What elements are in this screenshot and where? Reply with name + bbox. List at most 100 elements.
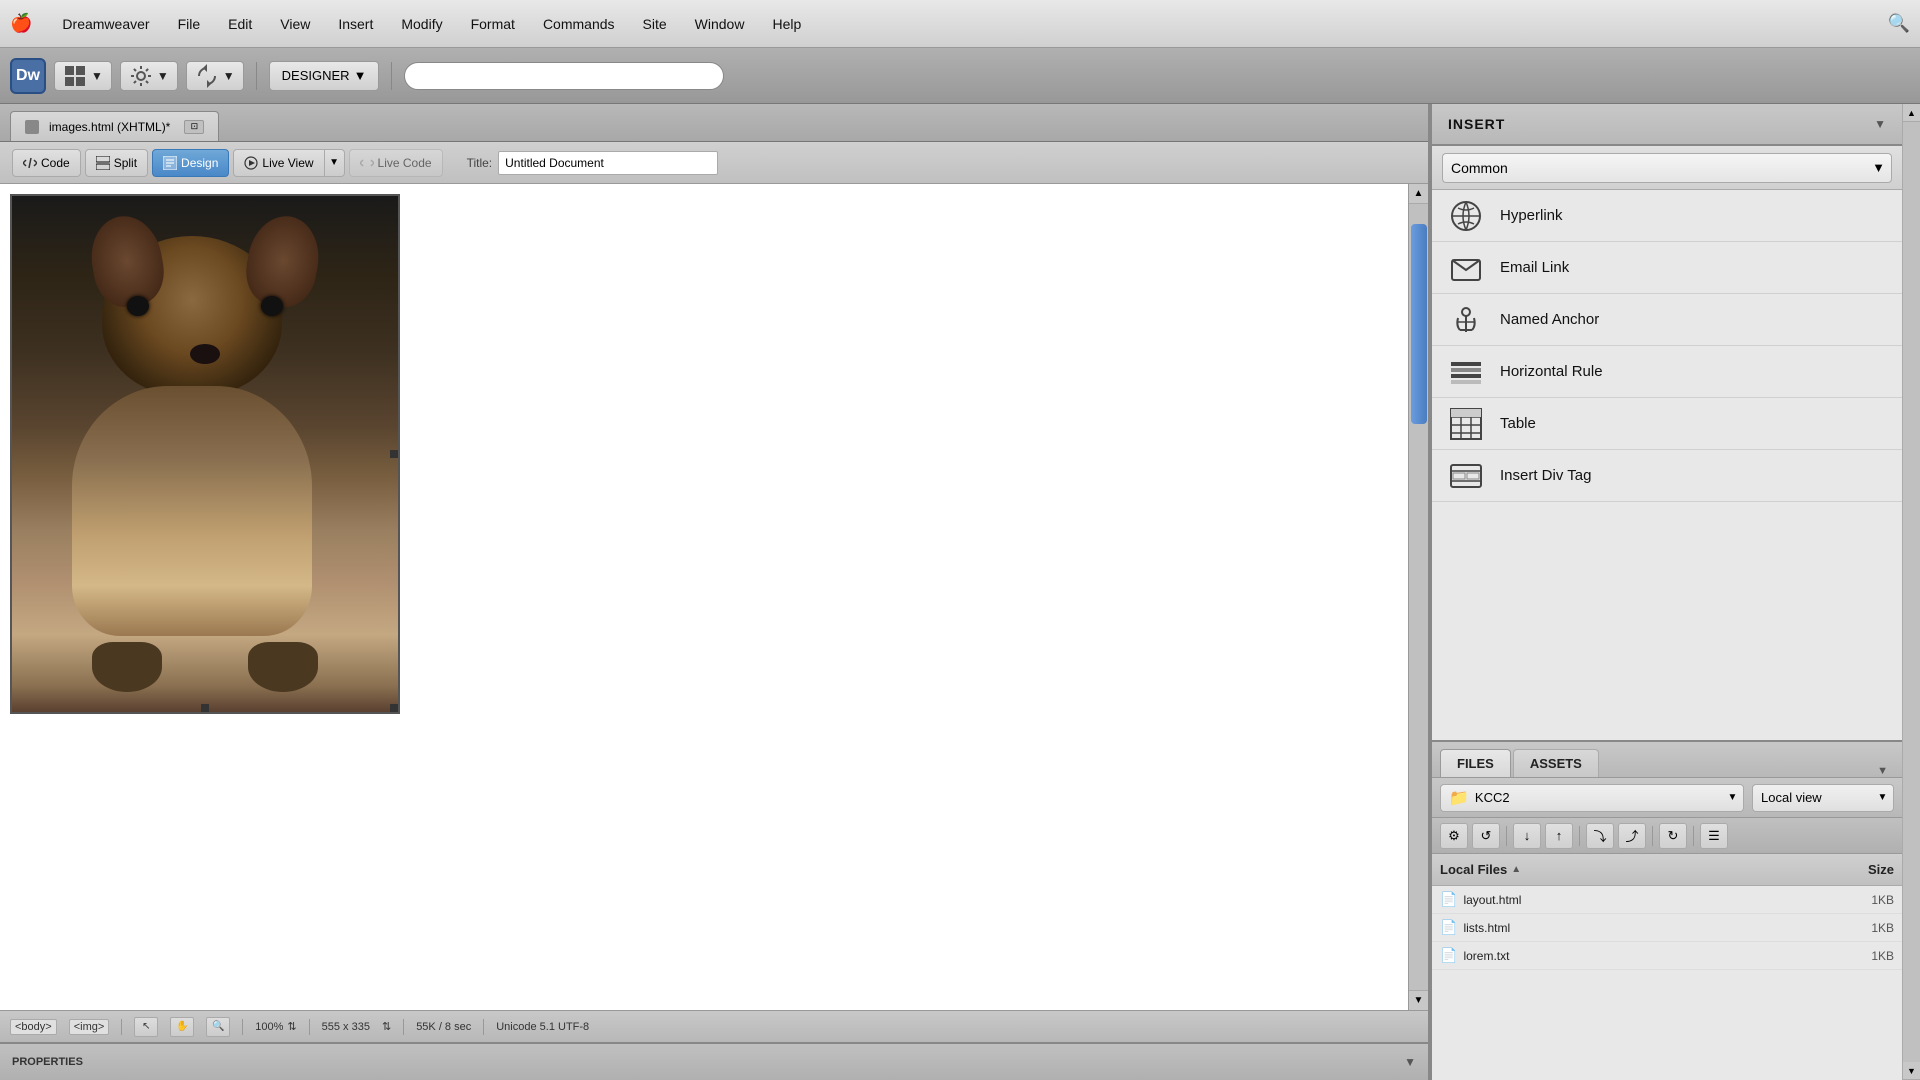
dimensions: 555 x 335 (322, 1021, 370, 1033)
zoom-value: 100% (255, 1021, 283, 1033)
menu-modify[interactable]: Modify (387, 12, 456, 36)
scroll-track (1409, 204, 1428, 990)
files-tab[interactable]: FILES (1440, 749, 1511, 777)
files-more-btn[interactable]: ☰ (1700, 823, 1728, 849)
menu-format[interactable]: Format (457, 12, 529, 36)
search-input[interactable] (404, 62, 724, 90)
hyperlink-label: Hyperlink (1500, 207, 1563, 224)
menu-commands[interactable]: Commands (529, 12, 629, 36)
canvas-area: ▲ ▼ (0, 184, 1428, 1010)
insert-item-email[interactable]: Email Link (1432, 242, 1902, 294)
refresh-btn[interactable]: ↺ (1472, 823, 1500, 849)
designer-arrow: ▼ (354, 68, 367, 83)
insert-item-div[interactable]: Insert Div Tag (1432, 450, 1902, 502)
insert-item-hyperlink[interactable]: Hyperlink (1432, 190, 1902, 242)
settings-arrow: ▼ (157, 69, 169, 83)
zoom-stepper[interactable]: ⇅ (287, 1020, 296, 1033)
menu-edit[interactable]: Edit (214, 12, 266, 36)
menu-dreamweaver[interactable]: Dreamweaver (48, 12, 163, 36)
hyperlink-icon (1448, 198, 1484, 234)
title-input[interactable] (498, 151, 718, 175)
selection-handle-r[interactable] (390, 450, 398, 458)
files-tabs: FILES ASSETS ▼ (1432, 742, 1902, 778)
status-sep-1 (121, 1019, 122, 1035)
scroll-thumb[interactable] (1411, 224, 1427, 424)
designer-btn[interactable]: DESIGNER ▼ (269, 61, 380, 91)
doc-tab-close-btn[interactable]: ⊡ (184, 120, 204, 134)
project-dropdown-arrow[interactable]: ▼ (1722, 784, 1744, 812)
code-view-btn[interactable]: Code (12, 149, 81, 177)
sync-btn[interactable]: ▼ (186, 61, 244, 91)
upload-btn[interactable]: ↑ (1545, 823, 1573, 849)
right-panel-inner: INSERT ▼ Common ▼ (1432, 104, 1902, 1080)
selection-handle-br[interactable] (390, 704, 398, 712)
selection-handle-b[interactable] (201, 704, 209, 712)
search-container: 🔍 (404, 62, 764, 90)
settings-btn[interactable]: ▼ (120, 61, 178, 91)
live-view-btn[interactable]: Live View (233, 149, 324, 177)
split-view-btn[interactable]: Split (85, 149, 148, 177)
hand-tool[interactable]: ✋ (170, 1017, 194, 1037)
title-label: Title: (467, 156, 493, 170)
file-name-lorem: lorem.txt (1463, 949, 1828, 963)
live-code-btn[interactable]: Live Code (349, 149, 443, 177)
view-dropdown[interactable]: Local view (1752, 784, 1872, 812)
menu-site[interactable]: Site (629, 12, 681, 36)
expand-files-btn[interactable]: ⤵ (1586, 823, 1614, 849)
insert-item-hrule[interactable]: Horizontal Rule (1432, 346, 1902, 398)
split-view-icon (96, 156, 110, 170)
body-tag[interactable]: <body> (10, 1019, 57, 1035)
encoding: Unicode 5.1 UTF-8 (496, 1021, 589, 1033)
menu-help[interactable]: Help (758, 12, 815, 36)
right-eye (261, 296, 283, 316)
insert-title: INSERT (1448, 116, 1505, 132)
dropdown-text[interactable]: Common (1442, 153, 1866, 183)
sort-arrow[interactable]: ▲ (1511, 864, 1521, 875)
email-label: Email Link (1500, 259, 1569, 276)
assets-tab[interactable]: ASSETS (1513, 749, 1599, 777)
file-item-lists[interactable]: 📄 lists.html 1KB (1432, 914, 1902, 942)
dimensions-stepper[interactable]: ⇅ (382, 1020, 391, 1033)
img-tag[interactable]: <img> (69, 1019, 110, 1035)
canvas-scrollbar[interactable]: ▲ ▼ (1408, 184, 1428, 1010)
scroll-down-arrow[interactable]: ▼ (1409, 990, 1428, 1010)
file-name-lists: lists.html (1463, 921, 1828, 935)
project-dropdown[interactable]: 📁 KCC2 (1440, 784, 1722, 812)
layout-btn[interactable]: ▼ (54, 61, 112, 91)
animal-image[interactable] (10, 194, 400, 714)
live-view-arrow[interactable]: ▼ (325, 149, 345, 177)
sync-files-btn[interactable]: ↻ (1659, 823, 1687, 849)
anchor-icon (1448, 302, 1484, 338)
dropdown-arrow[interactable]: ▼ (1866, 153, 1892, 183)
panel-scrollbar: ▲ ▼ (1902, 104, 1920, 1080)
view-dropdown-arrow[interactable]: ▼ (1872, 784, 1894, 812)
properties-arrow[interactable]: ▼ (1404, 1055, 1416, 1069)
insert-item-anchor[interactable]: Named Anchor (1432, 294, 1902, 346)
menu-view[interactable]: View (266, 12, 324, 36)
menu-window[interactable]: Window (681, 12, 759, 36)
insert-item-table[interactable]: Table (1432, 398, 1902, 450)
file-icon-lists: 📄 (1440, 919, 1457, 936)
view-bar: Code Split Design Live View ▼ Live Code (0, 142, 1428, 184)
search-icon[interactable]: 🔍 (1888, 13, 1910, 34)
zoom-tool[interactable]: 🔍 (206, 1017, 230, 1037)
collapse-files-btn[interactable]: ⤴ (1618, 823, 1646, 849)
editor-panel: images.html (XHTML)* ⊡ Code Split Design (0, 104, 1430, 1080)
insert-panel-arrow[interactable]: ▼ (1874, 117, 1886, 131)
doc-tab-images[interactable]: images.html (XHTML)* ⊡ (10, 111, 219, 141)
panel-scroll-down[interactable]: ▼ (1903, 1062, 1920, 1080)
file-item-layout[interactable]: 📄 layout.html 1KB (1432, 886, 1902, 914)
menu-insert[interactable]: Insert (324, 12, 387, 36)
connect-btn[interactable]: ⚙ (1440, 823, 1468, 849)
files-panel-arrow[interactable]: ▼ (1871, 765, 1894, 777)
scroll-up-arrow[interactable]: ▲ (1409, 184, 1428, 204)
live-code-icon (360, 156, 374, 170)
download-btn[interactable]: ↓ (1513, 823, 1541, 849)
design-view-btn[interactable]: Design (152, 149, 229, 177)
file-item-lorem[interactable]: 📄 lorem.txt 1KB (1432, 942, 1902, 970)
common-dropdown: Common ▼ (1432, 146, 1902, 190)
panel-scroll-up[interactable]: ▲ (1903, 104, 1920, 122)
menu-file[interactable]: File (164, 12, 215, 36)
cursor-tool[interactable]: ↖ (134, 1017, 158, 1037)
apple-menu[interactable]: 🍎 (10, 13, 32, 34)
